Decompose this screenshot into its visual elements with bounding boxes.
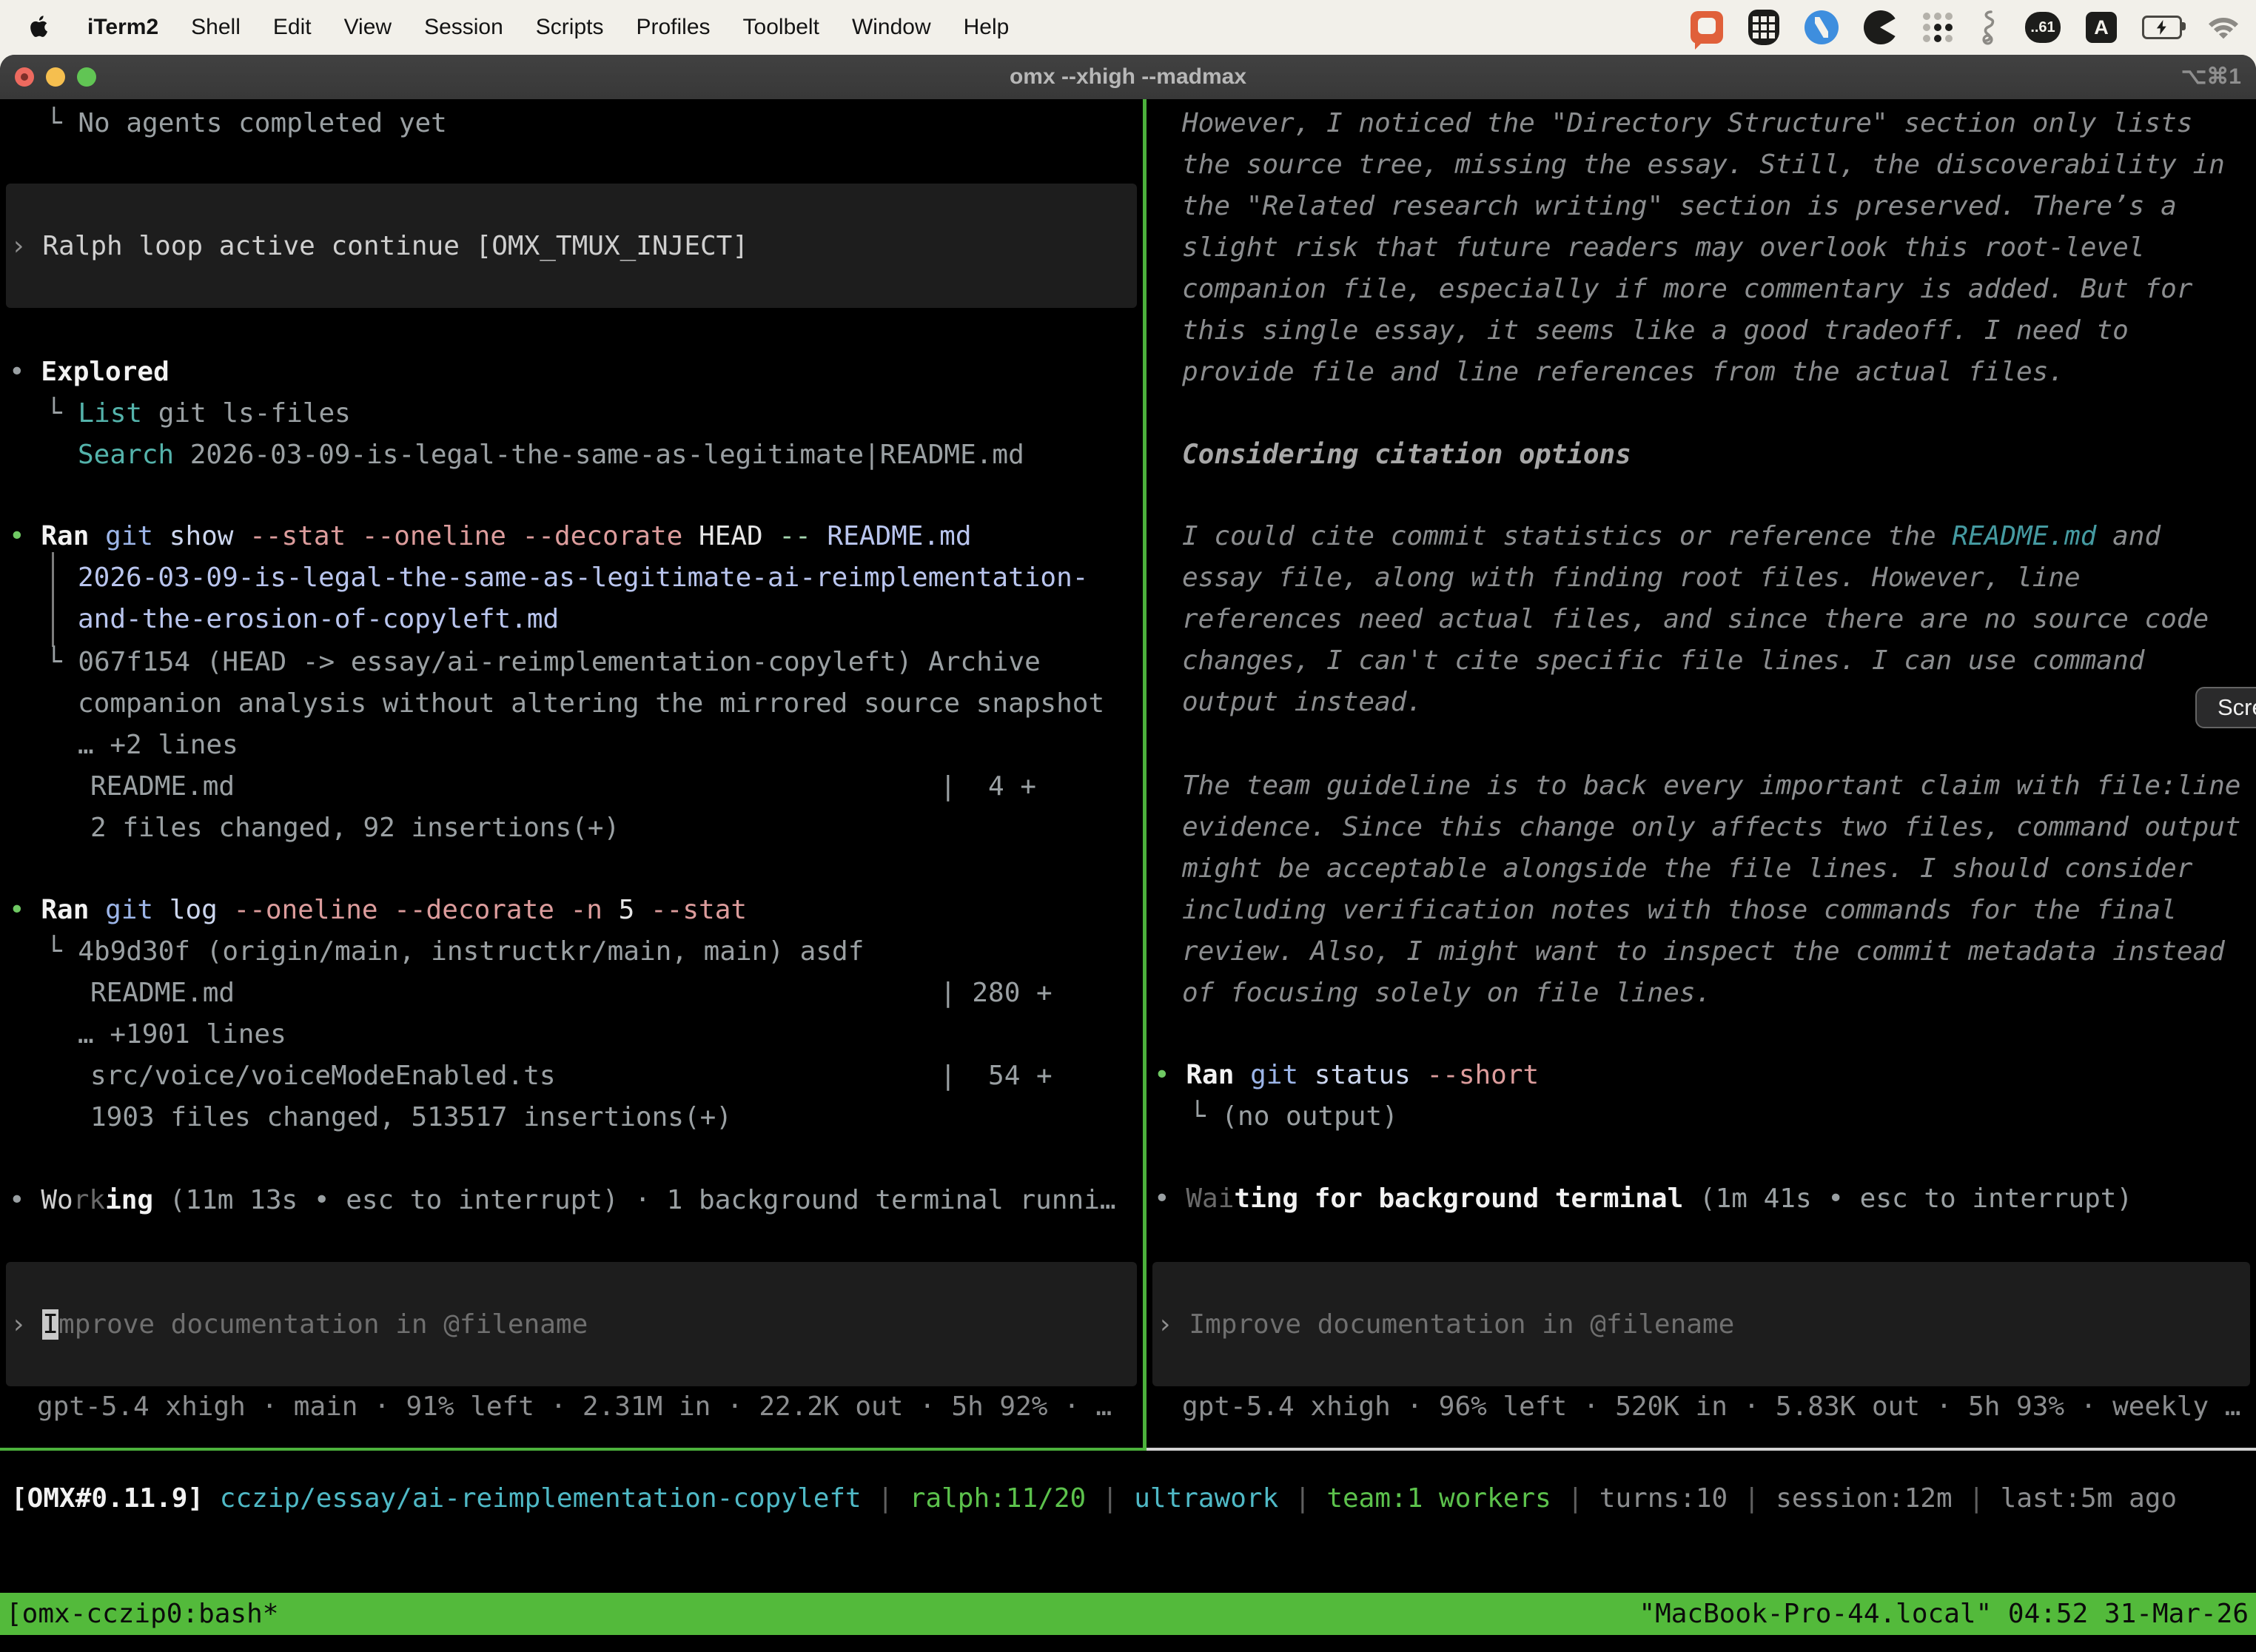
explored-search: Search 2026-03-09-is-legal-the-same-as-l… [78,434,1024,476]
git-status-output: └ (no output) [1189,1096,1398,1138]
left-pane[interactable]: └ No agents completed yet › Ralph loop ac… [0,99,1143,1451]
git-stat-summary: 2 files changed, 92 insertions(+) [90,807,620,849]
menu-item-window[interactable]: Window [852,15,931,40]
explored-list: └ List git ls-files [46,393,351,434]
git-stat-file: README.md [90,973,235,1014]
iterm2-window: omx --xhigh --madmax ⌥⌘1 └ No agents com… [0,55,2256,1652]
reasoning-text: the "Related research writing" section i… [1182,186,2177,227]
reasoning-text: However, I noticed the "Directory Struct… [1182,103,2192,144]
git-show-output: └ 067f154 (HEAD -> essay/ai-reimplementa… [46,642,1041,683]
menu-item-help[interactable]: Help [964,15,1010,40]
reasoning-text: companion file, especially if more comme… [1182,269,2192,310]
cmd-wrap-line: 2026-03-09-is-legal-the-same-as-legitima… [78,557,1088,599]
window-title-bar[interactable]: omx --xhigh --madmax ⌥⌘1 [0,55,2256,100]
menu-item-view[interactable]: View [344,15,392,40]
explored-header: • Explored [9,352,169,393]
menu-item-iterm2[interactable]: iTerm2 [87,15,158,40]
ran-git-show: • Ran git show --stat --oneline --decora… [9,516,972,557]
git-show-output: companion analysis without altering the … [78,683,1104,725]
git-stat-count: | 4 + [940,766,1036,807]
left-pane-bottom-border [0,1448,1147,1451]
git-stat-file: README.md [90,766,235,807]
menu-status-icons: ..61 A [1691,10,2256,45]
battery-icon[interactable] [2142,16,2182,39]
ran-git-status: • Ran git status --short [1154,1055,1539,1096]
git-log-output: … +1901 lines [78,1014,286,1055]
reasoning-text: evidence. Since this change only affects… [1182,807,2240,848]
omx-status-line: [OMX#0.11.9] cczip/essay/ai-reimplementa… [11,1478,2177,1520]
reasoning-text: of focusing solely on file lines. [1182,973,1711,1014]
reasoning-heading: Considering citation options [1182,434,1631,476]
chat-app-icon[interactable] [1691,11,1723,44]
git-stat-summary: 1903 files changed, 513517 insertions(+) [90,1097,732,1138]
waiting-status: • Waiting for background terminal (1m 41… [1154,1178,2132,1220]
tmux-session-label: [omx-cczip0:bash* [0,1593,278,1635]
letter-a-app-icon[interactable]: A [2086,12,2117,43]
window-title: omx --xhigh --madmax [0,64,2256,90]
reasoning-text: essay file, along with finding root file… [1182,557,2081,599]
menu-item-toolbelt[interactable]: Toolbelt [743,15,819,40]
tooltip-text: Scre [2218,694,2256,721]
reasoning-text: output instead. [1182,682,1423,723]
terminal-area[interactable]: └ No agents completed yet › Ralph loop ac… [0,99,2256,1652]
battery-percent-badge-icon[interactable]: ..61 [2025,12,2061,43]
right-pane[interactable]: However, I noticed the "Directory Struct… [1147,99,2256,1451]
right-pane-bottom-border [1147,1448,2256,1451]
reasoning-text: slight risk that future readers may over… [1182,227,2144,269]
reasoning-text: review. Also, I might want to inspect th… [1182,931,2225,973]
reasoning-text: changes, I can't cite specific file line… [1182,640,2144,682]
shield-grid-icon[interactable] [1748,10,1779,45]
git-stat-count: | 54 + [940,1055,1053,1097]
reasoning-text: references need actual files, and since … [1182,599,2209,640]
tmux-status-bar: [omx-cczip0:bash* "MacBook-Pro-44.local"… [0,1593,2256,1635]
macos-menu-bar: iTerm2 Shell Edit View Session Scripts Profile… [0,0,2256,55]
prompt-input-line[interactable]: › Improve documentation in @filename [10,1304,588,1346]
session-footer: gpt-5.4 xhigh · 96% left · 520K in · 5.8… [1182,1386,2240,1428]
reasoning-text: the source tree, missing the essay. Stil… [1182,144,2225,186]
cmd-wrap-line: and-the-erosion-of-copyleft.md [78,599,559,640]
git-show-output: … +2 lines [78,725,238,766]
menu-items: iTerm2 Shell Edit View Session Scripts Profile… [87,15,1009,40]
reasoning-text: provide file and line references from th… [1182,352,2064,393]
dots-grid-icon[interactable] [1923,13,1953,42]
blue-seal-icon[interactable] [1805,10,1839,44]
reasoning-text: I could cite commit statistics or refere… [1182,516,2161,557]
prompt-input-line[interactable]: › Improve documentation in @filename [1157,1304,1734,1346]
git-stat-count: | 280 + [940,973,1053,1014]
tree-guide-line [52,552,54,647]
window-shortcut-badge: ⌥⌘1 [2181,55,2241,99]
kaleidoscope-icon[interactable] [1864,10,1898,44]
screen: iTerm2 Shell Edit View Session Scripts Profile… [0,0,2256,1652]
agents-status-line: └ No agents completed yet [46,103,447,144]
reasoning-text: might be acceptable alongside the file l… [1182,848,2192,890]
menu-item-edit[interactable]: Edit [273,15,312,40]
reasoning-text: this single essay, it seems like a good … [1182,310,2129,352]
git-log-output: └ 4b9d30f (origin/main, instructkr/main,… [46,931,864,973]
session-footer: gpt-5.4 xhigh · main · 91% left · 2.31M … [37,1386,1112,1428]
tmux-host-clock: "MacBook-Pro-44.local" 04:52 31-Mar-26 [1639,1593,2256,1635]
screen-tooltip: Scre [2195,687,2256,728]
reasoning-text: including verification notes with those … [1182,890,2177,931]
menu-item-scripts[interactable]: Scripts [536,15,604,40]
menu-item-session[interactable]: Session [424,15,503,40]
git-stat-file: src/voice/voiceModeEnabled.ts [90,1055,556,1097]
ralph-loop-line: › Ralph loop active continue [OMX_TMUX_I… [10,226,748,267]
working-status: • Working (11m 13s • esc to interrupt) ·… [9,1180,1116,1221]
menu-item-profiles[interactable]: Profiles [636,15,710,40]
menu-item-shell[interactable]: Shell [191,15,241,40]
ran-git-log: • Ran git log --oneline --decorate -n 5 … [9,890,747,931]
reasoning-text: The team guideline is to back every impo… [1182,765,2240,807]
apple-menu-icon[interactable] [30,13,55,42]
wifi-icon[interactable] [2207,15,2240,40]
squiggle-icon[interactable] [1978,10,2000,45]
